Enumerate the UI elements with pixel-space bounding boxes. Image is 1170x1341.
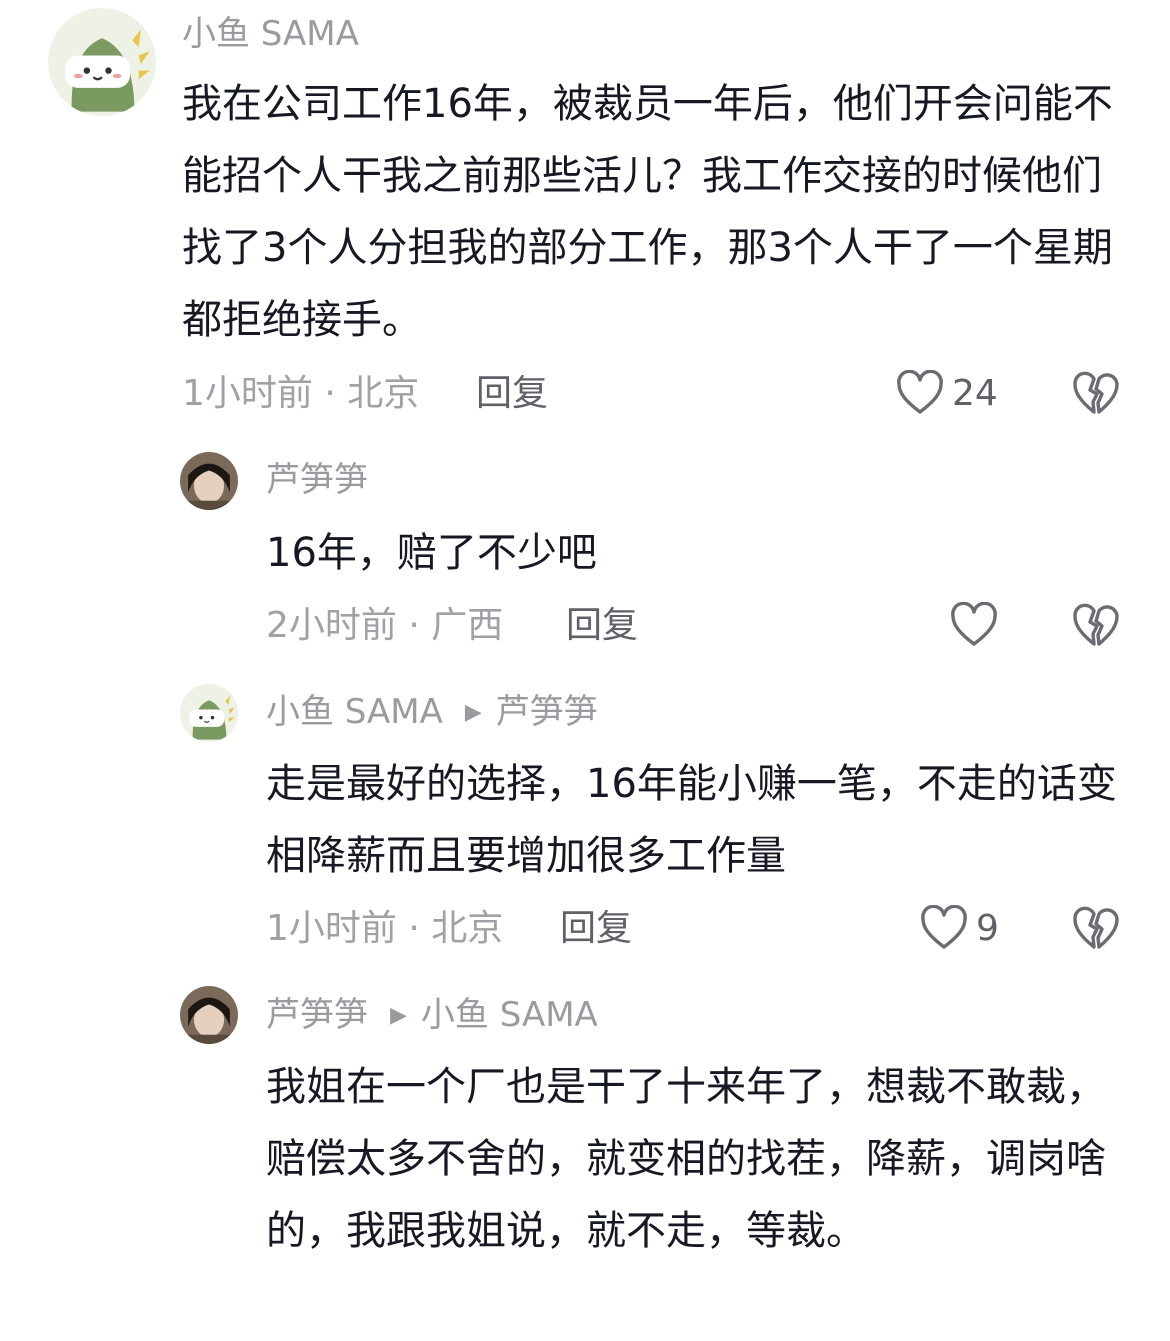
dislike-button[interactable] — [1072, 905, 1120, 951]
heart-outline-icon — [951, 602, 997, 646]
dislike-button[interactable] — [1072, 370, 1120, 416]
comment-meta: 2小时前 · 广西 — [266, 605, 504, 646]
comment-text: 我姐在一个厂也是干了十来年了，想裁不敢裁，赔偿太多不舍的，就变相的找茬，降薪，调… — [266, 1064, 1106, 1254]
reply-button[interactable]: 回复 — [476, 372, 548, 416]
avatar[interactable] — [48, 8, 156, 116]
comment-text: 我在公司工作16年，被裁员一年后，他们开会问能不能招个人干我之前那些活儿？我工作… — [182, 81, 1113, 343]
comment-text: 走是最好的选择，16年能小赚一笔，不走的话变相降薪而且要增加很多工作量 — [266, 761, 1117, 879]
broken-heart-icon — [1073, 371, 1119, 414]
like-button[interactable]: 24 — [896, 368, 998, 418]
username[interactable]: 芦笋笋 — [266, 995, 368, 1035]
username[interactable]: 小鱼 SAMA — [182, 14, 359, 54]
like-button[interactable] — [950, 600, 1006, 650]
reply-to-username[interactable]: 小鱼 SAMA — [421, 995, 598, 1035]
dislike-button[interactable] — [1072, 602, 1120, 648]
avatar[interactable] — [180, 452, 238, 510]
avatar[interactable] — [180, 986, 238, 1044]
broken-heart-icon — [1073, 906, 1119, 949]
username-line: 小鱼 SAMA ▶ 芦笋笋 — [266, 692, 598, 733]
like-count: 9 — [976, 907, 999, 949]
heart-outline-icon — [897, 370, 943, 414]
heart-outline-icon — [921, 905, 967, 949]
comment-meta: 1小时前 · 北京 — [182, 373, 420, 414]
like-button[interactable]: 9 — [920, 903, 999, 953]
comment-text: 16年，赔了不少吧 — [266, 530, 597, 576]
like-count: 24 — [952, 372, 998, 414]
triangle-right-icon: ▶ — [390, 1003, 407, 1028]
reply-to-username[interactable]: 芦笋笋 — [496, 692, 598, 732]
username[interactable]: 小鱼 SAMA — [266, 692, 443, 732]
broken-heart-icon — [1073, 603, 1119, 646]
comment-meta: 1小时前 · 北京 — [266, 908, 504, 949]
username[interactable]: 芦笋笋 — [266, 460, 368, 500]
triangle-right-icon: ▶ — [464, 700, 482, 725]
avatar[interactable] — [180, 684, 238, 742]
username-line: 芦笋笋 ▶ 小鱼 SAMA — [266, 995, 598, 1036]
reply-button[interactable]: 回复 — [566, 604, 638, 648]
reply-button[interactable]: 回复 — [560, 907, 632, 951]
